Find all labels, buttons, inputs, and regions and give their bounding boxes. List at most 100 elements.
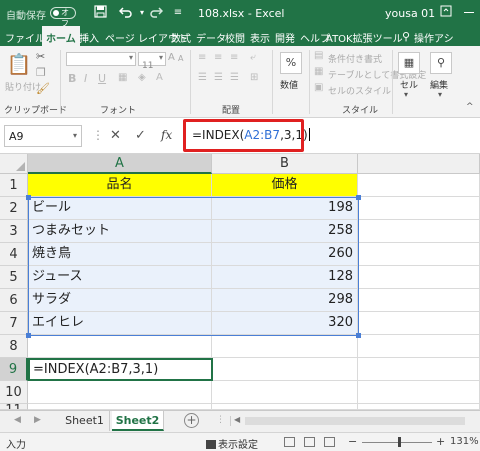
- font-name-box[interactable]: ▾: [66, 52, 136, 66]
- cell-b4[interactable]: 260: [212, 243, 358, 266]
- sheet-tab-sheet1[interactable]: Sheet1: [60, 411, 110, 431]
- horizontal-scrollbar[interactable]: ◀: [230, 415, 470, 426]
- cell-a10[interactable]: [28, 381, 212, 404]
- autosave-toggle[interactable]: オフ: [50, 7, 76, 28]
- scroll-left-icon[interactable]: ◀: [234, 415, 240, 424]
- cell-a8[interactable]: [28, 335, 212, 358]
- page-layout-view-icon[interactable]: [304, 437, 315, 447]
- cell-b9[interactable]: [212, 358, 358, 381]
- cells-icon[interactable]: ▦: [398, 52, 420, 74]
- zoom-in-icon[interactable]: +: [436, 435, 445, 448]
- zoom-level[interactable]: 131%: [450, 436, 479, 447]
- align-top-icon[interactable]: ≡: [198, 52, 206, 63]
- align-right-icon[interactable]: ☰: [230, 72, 239, 83]
- row-header[interactable]: 3: [0, 220, 28, 243]
- cell-a9[interactable]: =INDEX(A2:B7,3,1): [28, 358, 213, 381]
- table-format-icon[interactable]: ▦: [314, 66, 323, 77]
- underline-icon[interactable]: U: [98, 72, 106, 85]
- worksheet-grid[interactable]: A B 1 2 3 4 5 6 7 8 9 10 11 品名 価格 ビール 19…: [0, 154, 480, 410]
- cell-style-icon[interactable]: ▣: [314, 82, 323, 93]
- column-header-b[interactable]: B: [212, 154, 358, 174]
- customize-qat-icon[interactable]: ≡: [170, 5, 186, 21]
- cell-b2[interactable]: 198: [212, 197, 358, 220]
- next-sheet-icon[interactable]: ▶: [34, 415, 41, 425]
- tab-data[interactable]: データ: [196, 30, 226, 45]
- cell-c5[interactable]: [358, 266, 480, 289]
- wrap-text-icon[interactable]: ⤶: [250, 52, 256, 63]
- tab-view[interactable]: 表示: [250, 30, 270, 45]
- prev-sheet-icon[interactable]: ◀: [14, 415, 21, 425]
- range-handle[interactable]: [356, 333, 361, 338]
- range-handle[interactable]: [356, 195, 361, 200]
- cell-b3[interactable]: 258: [212, 220, 358, 243]
- range-handle[interactable]: [26, 195, 31, 200]
- search-icon[interactable]: ⚲: [402, 30, 410, 43]
- conditional-format-button[interactable]: 条件付き書式: [328, 52, 382, 65]
- tab-formulas[interactable]: 数式: [171, 30, 191, 45]
- row-header[interactable]: 6: [0, 289, 28, 312]
- row-header[interactable]: 9: [0, 358, 28, 381]
- cell-c2[interactable]: [358, 197, 480, 220]
- cell-b10[interactable]: [212, 381, 358, 404]
- cut-icon[interactable]: ✂: [36, 50, 45, 63]
- range-handle[interactable]: [26, 333, 31, 338]
- sheet-tab-sheet2[interactable]: Sheet2: [112, 411, 164, 431]
- cell-a5[interactable]: ジュース: [28, 266, 212, 289]
- ribbon-display-icon[interactable]: [438, 5, 454, 21]
- tab-home[interactable]: ホーム: [42, 26, 80, 46]
- formula-bar-grip-icon[interactable]: ⋮: [92, 128, 104, 142]
- font-size-box[interactable]: 11 ▾: [138, 52, 166, 71]
- conditional-format-icon[interactable]: ▤: [314, 50, 323, 61]
- number-label[interactable]: 数値: [280, 78, 298, 91]
- insert-function-icon[interactable]: fx: [161, 128, 172, 142]
- copy-icon[interactable]: ❐: [36, 66, 46, 79]
- cell-a3[interactable]: つまみセット: [28, 220, 212, 243]
- cell-c1[interactable]: [358, 174, 480, 197]
- cell-a1[interactable]: 品名: [28, 174, 212, 197]
- align-center-icon[interactable]: ☰: [214, 72, 223, 83]
- zoom-slider[interactable]: [362, 442, 432, 443]
- column-header-c[interactable]: [358, 154, 480, 174]
- user-name[interactable]: yousa 01: [385, 7, 435, 20]
- cell-c4[interactable]: [358, 243, 480, 266]
- italic-icon[interactable]: I: [84, 72, 87, 85]
- grow-font-icon[interactable]: A: [168, 52, 175, 63]
- row-header[interactable]: 5: [0, 266, 28, 289]
- align-bottom-icon[interactable]: ≡: [230, 52, 238, 63]
- tab-splitter-icon[interactable]: ⋮: [216, 415, 225, 425]
- cell-c7[interactable]: [358, 312, 480, 335]
- row-header[interactable]: 7: [0, 312, 28, 335]
- enter-icon[interactable]: ✓: [135, 128, 146, 143]
- cell-a7[interactable]: エイヒレ: [28, 312, 212, 335]
- minimize-button[interactable]: [464, 12, 474, 13]
- zoom-out-icon[interactable]: −: [348, 435, 357, 448]
- display-settings[interactable]: 表示設定: [206, 436, 258, 451]
- cell-c3[interactable]: [358, 220, 480, 243]
- row-header[interactable]: 10: [0, 381, 28, 404]
- redo-icon[interactable]: [148, 5, 164, 21]
- tab-developer[interactable]: 開発: [275, 30, 295, 45]
- bold-icon[interactable]: B: [68, 72, 76, 85]
- name-box[interactable]: A9 ▾: [4, 125, 82, 147]
- paste-icon[interactable]: 📋: [6, 52, 32, 76]
- tab-insert[interactable]: 挿入: [79, 30, 99, 45]
- undo-icon[interactable]: [118, 5, 134, 21]
- fill-color-icon[interactable]: ◈: [138, 72, 146, 83]
- select-all-button[interactable]: [0, 154, 28, 174]
- cell-b8[interactable]: [212, 335, 358, 358]
- percent-icon[interactable]: %: [280, 52, 302, 74]
- save-icon[interactable]: [92, 5, 108, 21]
- row-header[interactable]: 8: [0, 335, 28, 358]
- find-icon[interactable]: ⚲: [430, 52, 452, 74]
- cell-c8[interactable]: [358, 335, 480, 358]
- cell-c9[interactable]: [358, 358, 480, 381]
- merge-icon[interactable]: ⊞: [250, 72, 258, 83]
- align-middle-icon[interactable]: ≡: [214, 52, 222, 63]
- shrink-font-icon[interactable]: A: [178, 54, 183, 63]
- tab-file[interactable]: ファイル: [5, 30, 45, 45]
- tab-atok[interactable]: ATOK拡張ツール: [326, 30, 403, 45]
- page-break-view-icon[interactable]: [324, 437, 335, 447]
- cell-c6[interactable]: [358, 289, 480, 312]
- cells-label[interactable]: セル: [400, 78, 418, 91]
- cell-style-button[interactable]: セルのスタイル: [328, 84, 391, 97]
